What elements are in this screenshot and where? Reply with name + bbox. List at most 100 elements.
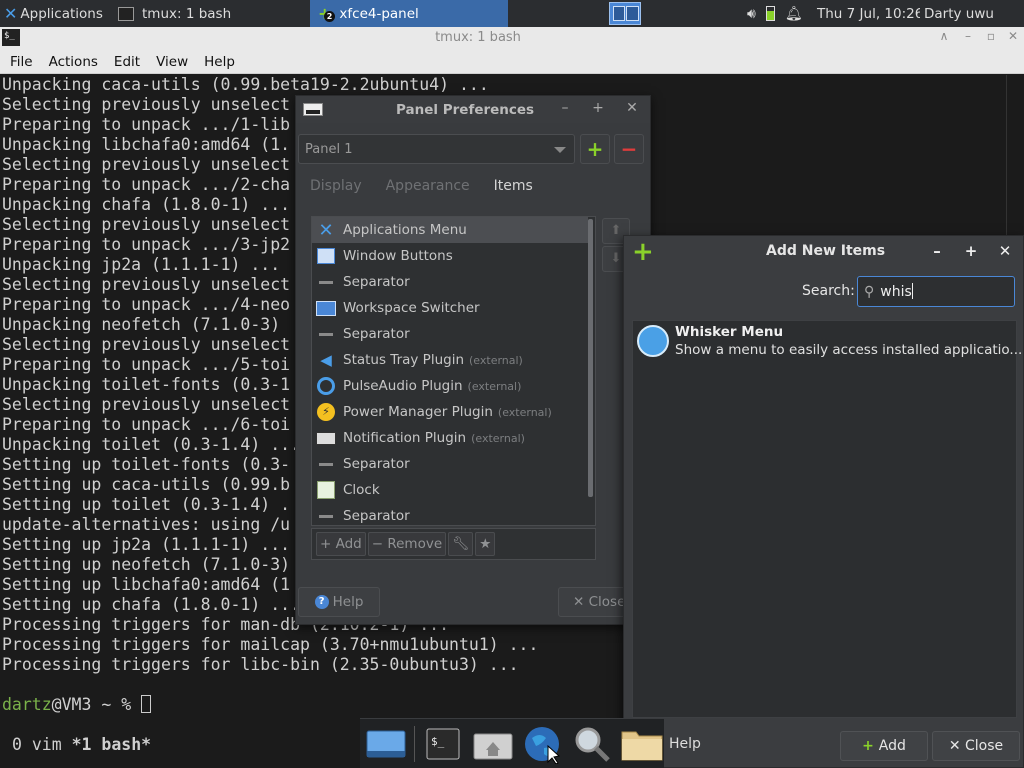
close-button[interactable]: ✕ [1003,29,1023,43]
panel-item-label: Window Buttons [343,248,453,264]
terminal-menubar: File Actions Edit View Help [0,50,1024,74]
add-button[interactable]: + Add [840,731,928,761]
remove-item-button[interactable]: − Remove [367,532,447,556]
panel-item-row[interactable]: ⚡ Power Manager Plugin (external) [312,399,588,425]
panel-item-row[interactable]: Separator [312,503,588,525]
search-magnifier-icon[interactable] [570,722,614,766]
notification-bell-icon[interactable]: 🔔︎ [785,6,803,22]
minimize-button[interactable]: – [556,100,574,116]
panel-item-label: Notification Plugin [343,430,467,446]
terminal-line: Setting up neofetch (7.1.0-3) [2,555,291,574]
panel-item-row[interactable]: ◀ Status Tray Plugin (external) [312,347,588,373]
help-label: Help [332,594,364,610]
list-item[interactable]: Whisker Menu Show a menu to easily acces… [635,323,1022,363]
close-button[interactable]: ✕ [996,242,1014,260]
menu-edit[interactable]: Edit [106,54,148,70]
panel-item-label: Applications Menu [343,222,467,238]
panel-item-label: Workspace Switcher [343,300,480,316]
panel-item-row[interactable]: Workspace Switcher [312,295,588,321]
panel-item-row[interactable]: Separator [312,269,588,295]
wrench-icon[interactable]: 🔧︎ [448,532,474,556]
workspace-1[interactable] [609,2,641,25]
panel-item-row[interactable]: PulseAudio Plugin (external) [312,373,588,399]
close-dialog-button[interactable]: ✕ Close [932,731,1020,761]
list-scrollbar[interactable] [588,219,593,497]
tab-display[interactable]: Display [310,178,362,194]
panel-item-row[interactable]: Window Buttons [312,243,588,269]
maximize-button[interactable]: + [962,242,980,260]
panel-item-row[interactable]: Separator [312,321,588,347]
xfce-icon: ✕ [318,219,334,241]
dock-separator [413,725,415,762]
minimize-button[interactable]: – [958,29,978,43]
window-title: tmux: 1 bash [435,30,521,45]
menu-help[interactable]: Help [196,54,243,70]
dialog-titlebar[interactable]: + Add New Items – + ✕ [624,236,1023,268]
menu-actions[interactable]: Actions [41,54,106,70]
home-folder-icon[interactable] [471,722,515,766]
remove-panel-button[interactable]: − [614,134,644,164]
external-tag: (external) [467,379,522,393]
taskbar-item-xfce4-panel[interactable]: +2 xfce4-panel [310,0,508,27]
applications-menu-label: Applications [20,5,103,22]
help-button[interactable]: Help [669,736,701,752]
plugin-name: Whisker Menu [675,324,784,340]
panel-items-list[interactable]: ✕ Applications Menu Window Buttons Separato… [311,216,596,526]
maximize-up-icon[interactable]: ∧ [934,29,954,43]
show-desktop-icon[interactable] [364,722,408,766]
terminal-launcher-icon[interactable]: $_ [421,722,465,766]
terminal-line: Unpacking libchafa0:amd64 (1. [2,135,291,154]
folder-icon[interactable] [620,722,664,766]
panel-preferences-dialog: Panel Preferences – + ✕ Panel 1 + − Disp… [295,95,651,625]
minimize-button[interactable]: – [928,242,946,260]
help-button[interactable]: ? Help [298,587,380,617]
terminal-line: Unpacking toilet-fonts (0.3-1 [2,375,291,394]
tab-items[interactable]: Items [494,178,533,194]
terminal-line: Setting up toilet (0.3-1.4) . [2,495,291,514]
tmux-window-0[interactable]: 0 vim [12,735,72,754]
clock[interactable]: Thu 7 Jul, 10:26 [813,0,920,27]
user-menu[interactable]: Darty uwu [920,0,1000,27]
dialog-titlebar[interactable]: Panel Preferences – + ✕ [296,96,650,123]
volume-icon[interactable]: 🔊︎ [747,6,756,22]
panel-item-row[interactable]: ✕ Applications Menu [312,217,588,243]
star-icon[interactable]: ★ [475,532,496,556]
tray-icon: ◀ [320,351,332,369]
text-cursor [141,695,152,713]
terminal-line: Unpacking chafa (1.8.0-1) ... [2,195,291,214]
prefs-tabs: Display Appearance Items [310,178,533,194]
clock-icon [315,480,337,500]
panel-spacer [645,0,743,27]
terminal-line: Preparing to unpack .../3-jp2 [2,235,291,254]
menu-file[interactable]: File [2,54,41,70]
terminal-line: Processing triggers for mailcap (3.70+nm… [2,635,539,654]
workspace-switcher[interactable] [605,0,645,27]
add-panel-button[interactable]: + [580,134,610,164]
shell-prompt[interactable]: dartz@VM3 ~ % [2,695,152,715]
plugin-results-list[interactable]: Whisker Menu Show a menu to easily acces… [632,320,1022,718]
tmux-window-1-active[interactable]: *1 bash* [72,735,151,754]
terminal-line: Setting up toilet-fonts (0.3- [2,455,291,474]
terminal-line: Preparing to unpack .../6-toi [2,415,291,434]
applications-menu-button[interactable]: ✕ Applications [0,0,108,27]
search-input[interactable]: ⚲ whis [857,276,1015,307]
items-toolbar: + Add − Remove 🔧︎ ★ [311,528,596,560]
battery-icon[interactable] [765,6,775,21]
maximize-button[interactable]: ▫ [981,29,1001,43]
tab-appearance[interactable]: Appearance [386,178,470,194]
terminal-titlebar[interactable]: $_ tmux: 1 bash ∧ – ▫ ✕ [0,27,1024,50]
audio-icon [315,376,337,396]
web-browser-icon[interactable] [520,722,564,766]
add-item-button[interactable]: + Add [316,532,366,556]
terminal-line: Setting up libchafa0:amd64 (1 [2,575,291,594]
terminal-line: Selecting previously unselect [2,215,291,234]
panel-item-row[interactable]: Clock [312,477,588,503]
maximize-button[interactable]: + [589,100,607,116]
menu-view[interactable]: View [148,54,196,70]
taskbar-item-label: tmux: 1 bash [142,5,232,22]
panel-item-row[interactable]: Notification Plugin (external) [312,425,588,451]
close-button[interactable]: ✕ [623,100,641,116]
panel-item-row[interactable]: Separator [312,451,588,477]
taskbar-item-tmux[interactable]: tmux: 1 bash [108,0,306,27]
panel-select[interactable]: Panel 1 [298,134,575,164]
